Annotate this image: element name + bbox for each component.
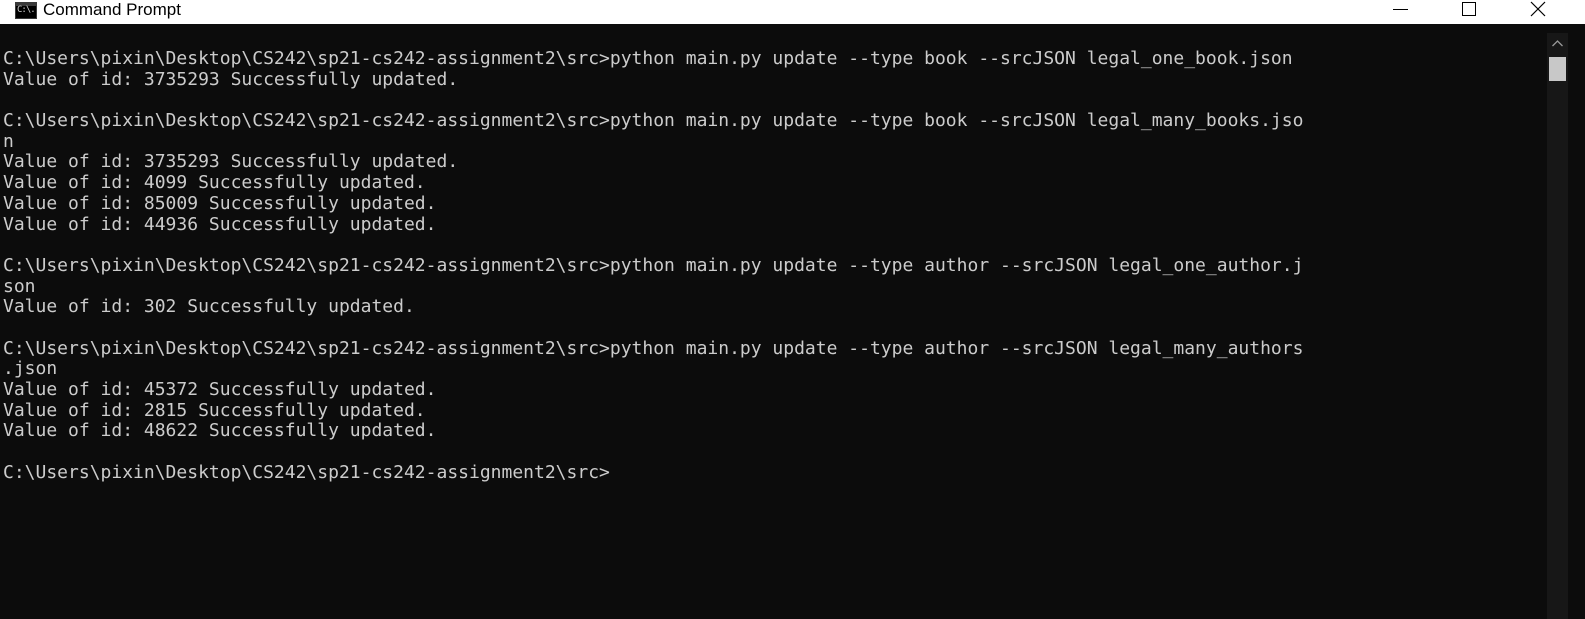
console-line: C:\Users\pixin\Desktop\CS242\sp21-cs242-… <box>3 110 1304 132</box>
icon-glyph: C:\. <box>17 5 36 15</box>
scroll-thumb[interactable] <box>1549 57 1566 81</box>
console-line: Value of id: 3735293 Successfully update… <box>3 151 459 173</box>
console-line: C:\Users\pixin\Desktop\CS242\sp21-cs242-… <box>3 337 1304 359</box>
console-line: n <box>3 130 14 152</box>
minimize-icon <box>1393 9 1408 10</box>
minimize-button[interactable] <box>1393 0 1439 22</box>
vertical-scrollbar[interactable] <box>1547 33 1568 619</box>
scroll-up-button[interactable] <box>1547 33 1568 55</box>
window-title: Command Prompt <box>43 0 181 19</box>
maximize-icon <box>1462 2 1476 16</box>
console-line: son <box>3 275 36 297</box>
console-line: Value of id: 3735293 Successfully update… <box>3 68 459 90</box>
console-line: Value of id: 44936 Successfully updated. <box>3 213 437 235</box>
console-line: C:\Users\pixin\Desktop\CS242\sp21-cs242-… <box>3 48 1293 69</box>
console-line: Value of id: 4099 Successfully updated. <box>3 172 426 194</box>
close-button[interactable] <box>1528 0 1574 22</box>
command-prompt-window: C:\. Command Prompt C:\Users\pixin\Deskt… <box>0 0 1585 619</box>
title-bar[interactable]: C:\. Command Prompt <box>0 0 1585 24</box>
console-line: Value of id: 45372 Successfully updated. <box>3 379 437 400</box>
maximize-button[interactable] <box>1461 0 1507 22</box>
console-line: C:\Users\pixin\Desktop\CS242\sp21-cs242-… <box>3 254 1304 276</box>
console-line: Value of id: 2815 Successfully updated. <box>3 399 426 421</box>
command-prompt-icon[interactable]: C:\. <box>15 2 37 19</box>
console-line: C:\Users\pixin\Desktop\CS242\sp21-cs242-… <box>3 461 610 483</box>
console-output[interactable]: C:\Users\pixin\Desktop\CS242\sp21-cs242-… <box>3 48 1548 483</box>
console-line: Value of id: 302 Successfully updated. <box>3 296 415 318</box>
console-line: Value of id: 48622 Successfully updated. <box>3 420 437 442</box>
console-line: Value of id: 85009 Successfully updated. <box>3 192 437 214</box>
console-line: .json <box>3 358 58 380</box>
close-icon <box>1530 1 1546 17</box>
chevron-up-icon <box>1552 40 1563 47</box>
